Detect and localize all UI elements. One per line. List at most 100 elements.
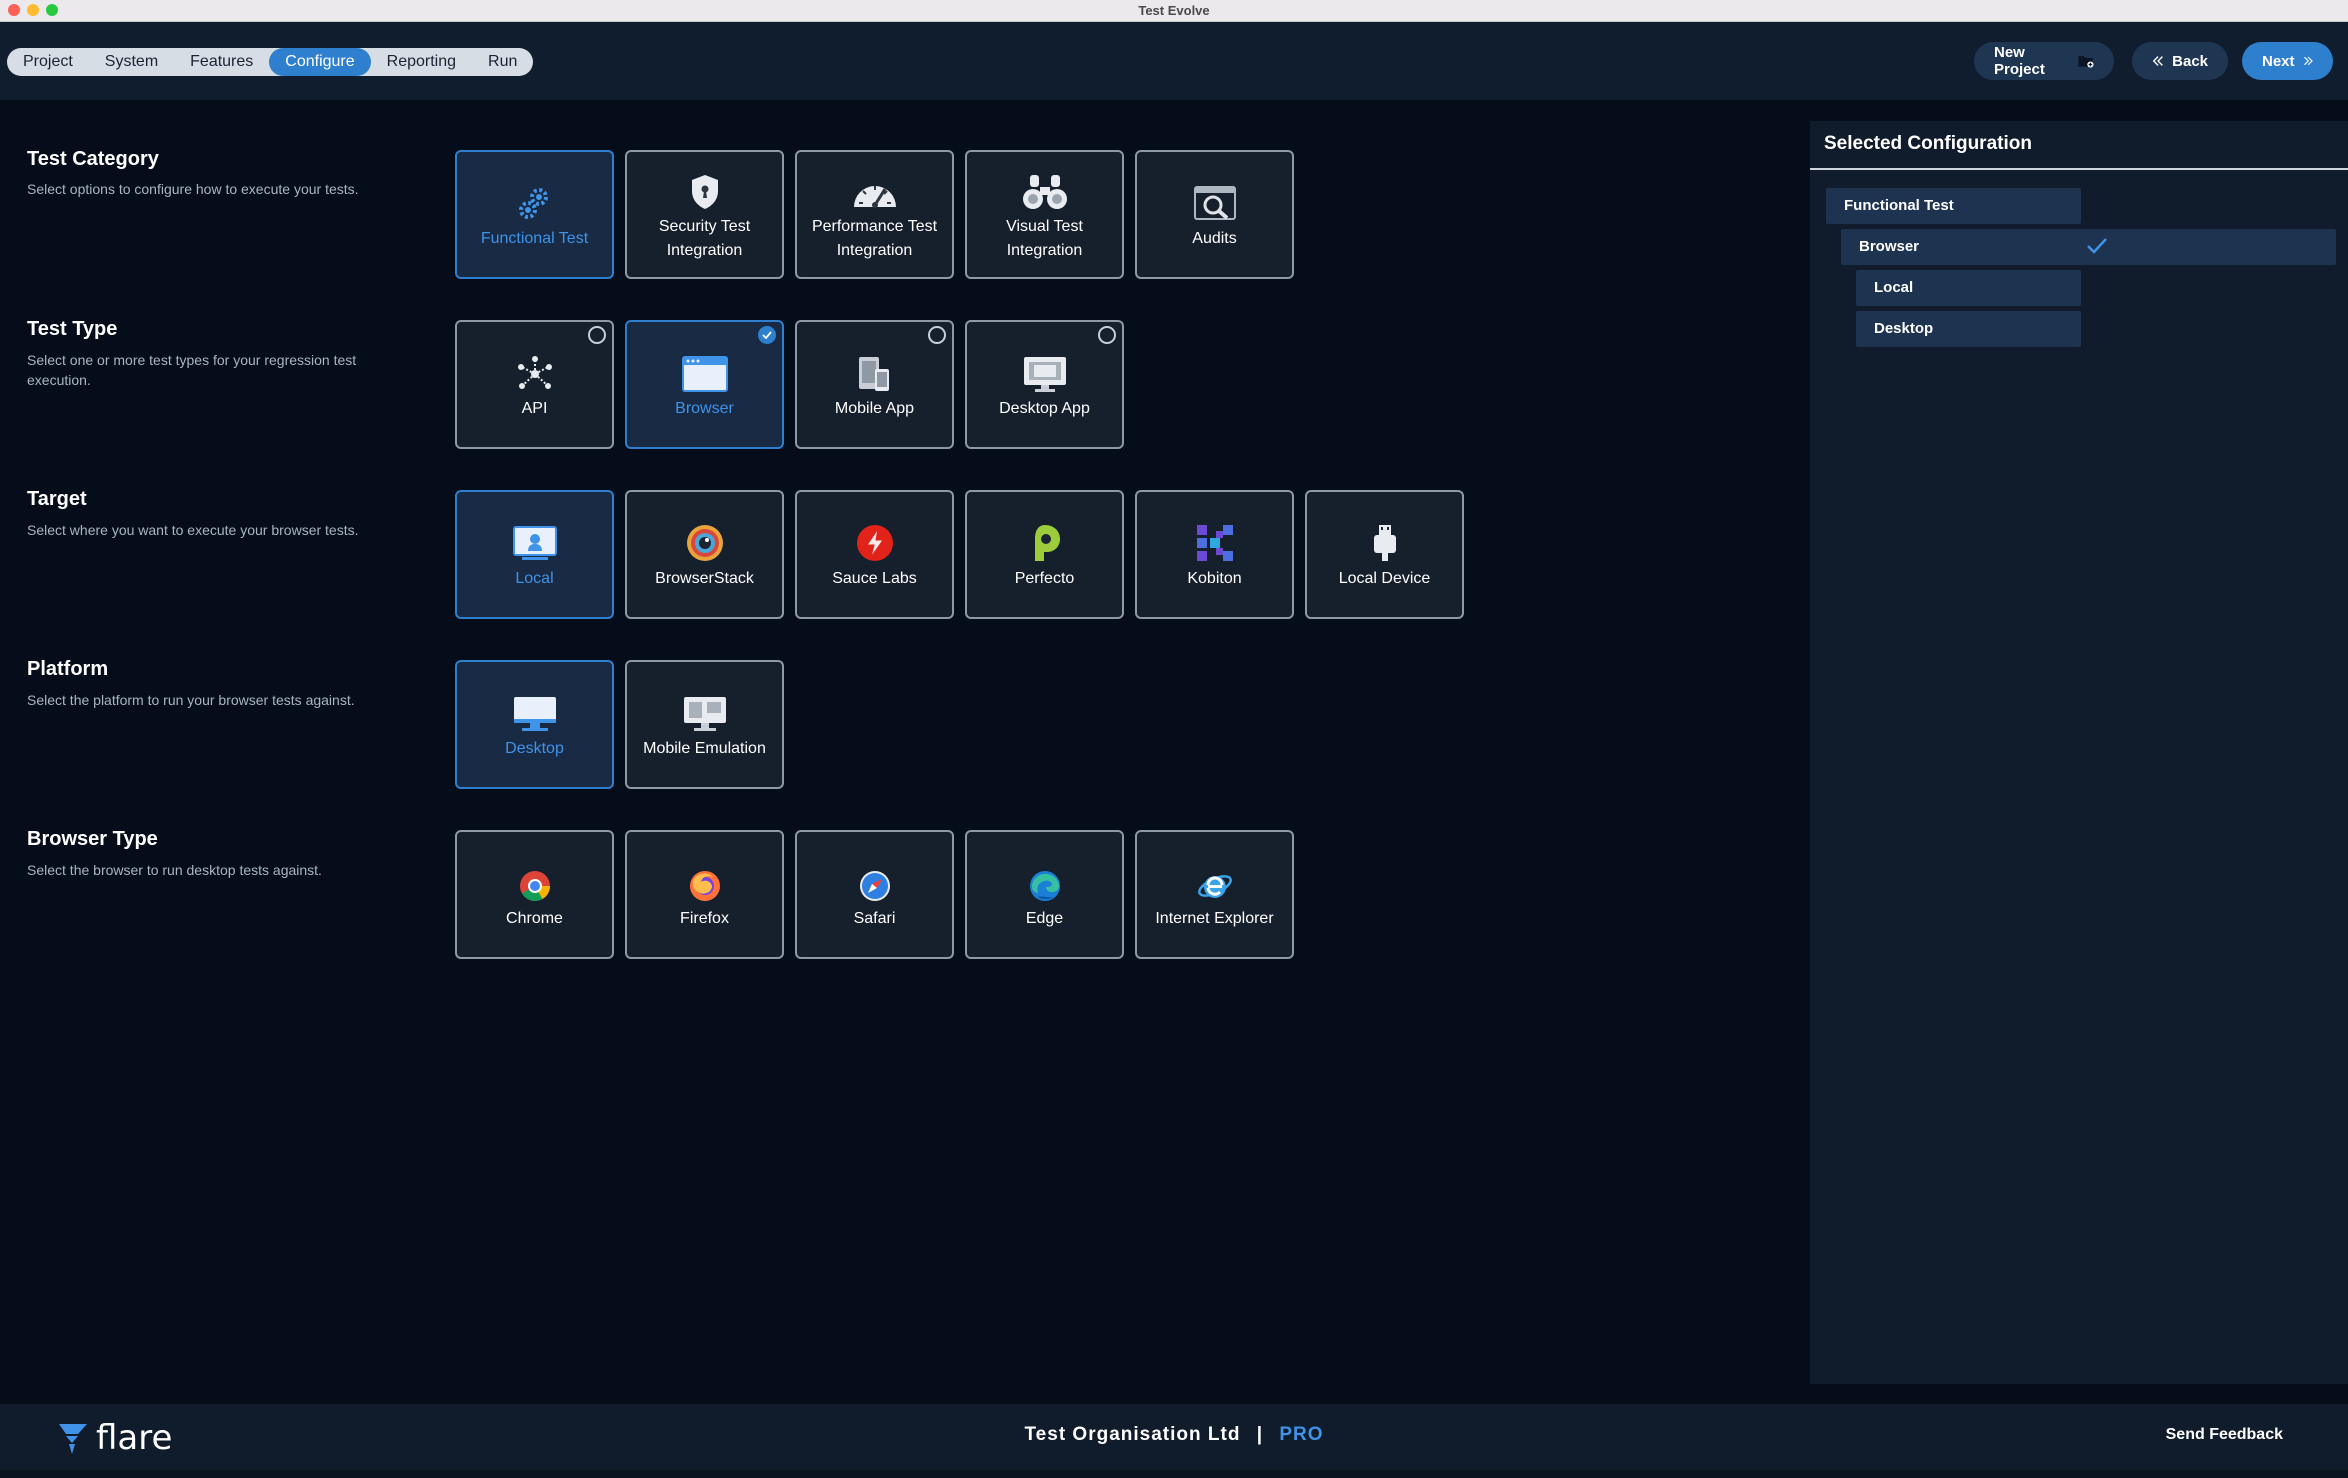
option-label: Browser — [675, 399, 734, 417]
chrome-logo-icon — [518, 859, 552, 903]
option-kobiton[interactable]: Kobiton — [1135, 490, 1294, 619]
window-titlebar: Test Evolve — [0, 0, 2348, 22]
config-item-local: Local — [1856, 270, 2081, 306]
option-sauce-labs[interactable]: Sauce Labs — [795, 490, 954, 619]
option-label: Performance Test Integration — [811, 217, 938, 259]
option-functional-test[interactable]: Functional Test — [455, 150, 614, 279]
license-tier-badge: PRO — [1279, 1424, 1324, 1445]
option-label: API — [521, 399, 548, 417]
back-label: Back — [2172, 52, 2208, 70]
safari-compass-icon — [858, 859, 892, 903]
option-label: Firefox — [680, 909, 729, 927]
option-browserstack[interactable]: BrowserStack — [625, 490, 784, 619]
option-label: Chrome — [506, 909, 563, 927]
option-firefox[interactable]: Firefox — [625, 830, 784, 959]
option-label: Mobile App — [834, 399, 915, 417]
browser-type-desc: Select the browser to run desktop tests … — [27, 862, 322, 878]
option-label: Kobiton — [1187, 569, 1242, 587]
minimize-window-button[interactable] — [27, 4, 39, 16]
tab-system[interactable]: System — [89, 48, 174, 76]
option-visual-test-integration[interactable]: Visual Test Integration — [965, 150, 1124, 279]
browser-radio[interactable] — [758, 326, 776, 344]
option-perfecto[interactable]: Perfecto — [965, 490, 1124, 619]
option-performance-test-integration[interactable]: Performance Test Integration — [795, 150, 954, 279]
test-category-title: Test Category — [27, 148, 159, 170]
option-label: Internet Explorer — [1155, 909, 1274, 927]
tab-project[interactable]: Project — [7, 48, 89, 76]
option-browser[interactable]: Browser — [625, 320, 784, 449]
speedometer-icon — [851, 167, 899, 211]
option-mobile-emulation[interactable]: Mobile Emulation — [625, 660, 784, 789]
config-item-functional-test: Functional Test — [1826, 188, 2081, 224]
option-mobile-app[interactable]: Mobile App — [795, 320, 954, 449]
option-audits[interactable]: Audits — [1135, 150, 1294, 279]
tab-configure[interactable]: Configure — [269, 48, 371, 76]
target-title: Target — [27, 488, 87, 510]
double-chevron-left-icon — [2152, 56, 2163, 66]
kobiton-logo-icon — [1195, 519, 1235, 563]
selected-configuration-title: Selected Configuration — [1824, 133, 2032, 154]
organisation-name: Test Organisation Ltd — [1024, 1424, 1241, 1445]
test-type-title: Test Type — [27, 318, 118, 340]
option-label: Edge — [1025, 909, 1064, 927]
next-label: Next — [2262, 52, 2295, 70]
option-desktop[interactable]: Desktop — [455, 660, 614, 789]
selected-configuration-panel: Selected Configuration Functional Test B… — [1810, 121, 2348, 1384]
option-local-device[interactable]: Local Device — [1305, 490, 1464, 619]
option-local[interactable]: Local — [455, 490, 614, 619]
platform-title: Platform — [27, 658, 109, 680]
tab-run[interactable]: Run — [472, 48, 533, 76]
usb-plug-icon — [1370, 519, 1400, 563]
tab-reporting[interactable]: Reporting — [371, 48, 472, 76]
option-edge[interactable]: Edge — [965, 830, 1124, 959]
window-title: Test Evolve — [1138, 3, 1210, 18]
wizard-tabs: Project System Features Configure Report… — [7, 48, 534, 76]
desktop-monitor-icon — [1022, 349, 1068, 393]
option-label: Sauce Labs — [832, 569, 917, 587]
next-button[interactable]: Next — [2242, 42, 2333, 80]
option-chrome[interactable]: Chrome — [455, 830, 614, 959]
perfecto-logo-icon — [1027, 519, 1063, 563]
option-label: Local Device — [1338, 569, 1431, 587]
back-button[interactable]: Back — [2132, 42, 2228, 80]
gears-icon — [515, 179, 555, 223]
option-label: Functional Test — [480, 229, 589, 247]
bottom-edge — [0, 1470, 2348, 1478]
config-item-browser: Browser — [1841, 229, 2336, 265]
option-safari[interactable]: Safari — [795, 830, 954, 959]
mobile-emulation-icon — [682, 689, 728, 733]
binoculars-icon — [1021, 167, 1069, 211]
api-nodes-icon — [515, 349, 555, 393]
option-label: Local — [515, 569, 554, 587]
firefox-logo-icon — [688, 859, 722, 903]
edge-logo-icon — [1028, 859, 1062, 903]
zoom-window-button[interactable] — [46, 4, 58, 16]
option-label: BrowserStack — [655, 569, 754, 587]
close-window-button[interactable] — [8, 4, 20, 16]
browserstack-logo-icon — [685, 519, 725, 563]
test-type-desc: Select one or more test types for your r… — [27, 352, 357, 388]
new-project-button[interactable]: New Project — [1974, 42, 2114, 80]
top-navigation: Project System Features Configure Report… — [0, 22, 2348, 100]
check-icon — [2087, 238, 2107, 254]
window-controls — [8, 4, 58, 16]
browser-window-icon — [681, 349, 728, 393]
option-desktop-app[interactable]: Desktop App — [965, 320, 1124, 449]
target-desc: Select where you want to execute your br… — [27, 522, 359, 538]
option-label: Audits — [1192, 229, 1237, 247]
mobile-devices-icon — [855, 349, 895, 393]
mobile-app-radio[interactable] — [928, 326, 946, 344]
tab-features[interactable]: Features — [174, 48, 269, 76]
panel-divider — [1810, 168, 2348, 170]
double-chevron-right-icon — [2303, 56, 2313, 66]
option-label: Safari — [853, 909, 896, 927]
desktop-app-radio[interactable] — [1098, 326, 1116, 344]
audit-magnifier-icon — [1193, 179, 1237, 223]
organisation-label: Test Organisation Ltd | PRO — [0, 1424, 2348, 1446]
api-radio[interactable] — [588, 326, 606, 344]
send-feedback-link[interactable]: Send Feedback — [2166, 1426, 2283, 1444]
config-item-label: Browser — [1859, 238, 1920, 255]
option-security-test-integration[interactable]: Security Test Integration — [625, 150, 784, 279]
option-api[interactable]: API — [455, 320, 614, 449]
option-internet-explorer[interactable]: Internet Explorer — [1135, 830, 1294, 959]
